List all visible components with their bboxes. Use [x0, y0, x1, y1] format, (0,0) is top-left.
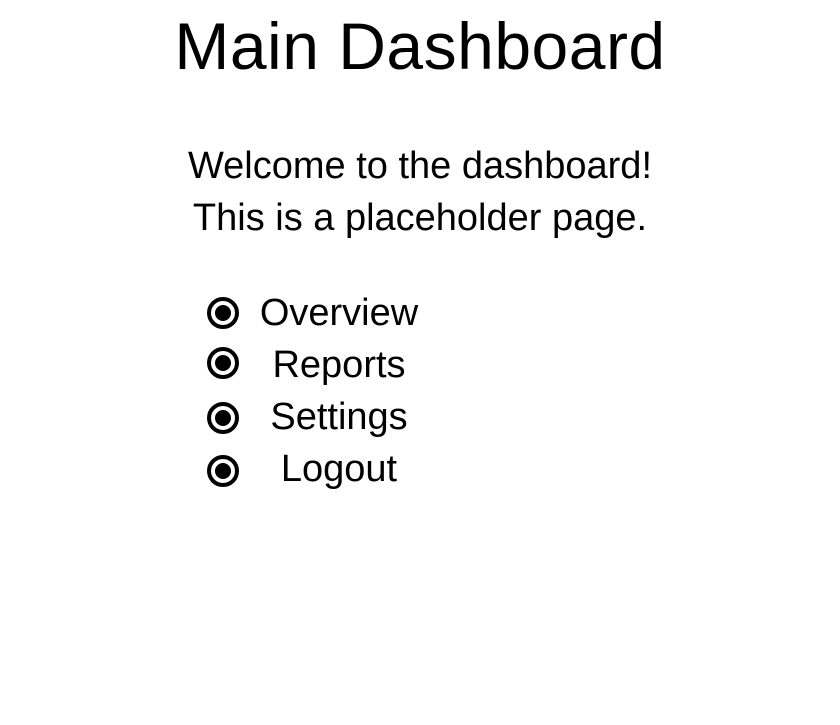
menu-item-label: Overview — [259, 292, 419, 334]
menu-item-settings[interactable]: Settings — [202, 392, 482, 444]
radio-selected-icon[interactable] — [206, 401, 240, 435]
menu-item-logout[interactable]: Logout — [202, 444, 482, 496]
radio-selected-icon[interactable] — [206, 296, 240, 330]
radio-selected-icon[interactable] — [206, 346, 240, 380]
menu-item-label: Settings — [270, 396, 408, 438]
intro-text: Welcome to the dashboard! This is a plac… — [0, 140, 840, 244]
menu-item-reports[interactable]: Reports — [202, 340, 482, 392]
radio-selected-icon[interactable] — [206, 454, 240, 488]
menu-item-label: Reports — [272, 344, 406, 386]
placeholder-message: This is a placeholder page. — [192, 197, 648, 239]
navigation-menu: Overview Reports Settings Logout — [202, 288, 482, 496]
menu-item-overview[interactable]: Overview — [202, 288, 482, 340]
page-title: Main Dashboard — [174, 9, 666, 83]
menu-item-label: Logout — [280, 448, 398, 490]
welcome-message: Welcome to the dashboard! — [187, 145, 652, 187]
